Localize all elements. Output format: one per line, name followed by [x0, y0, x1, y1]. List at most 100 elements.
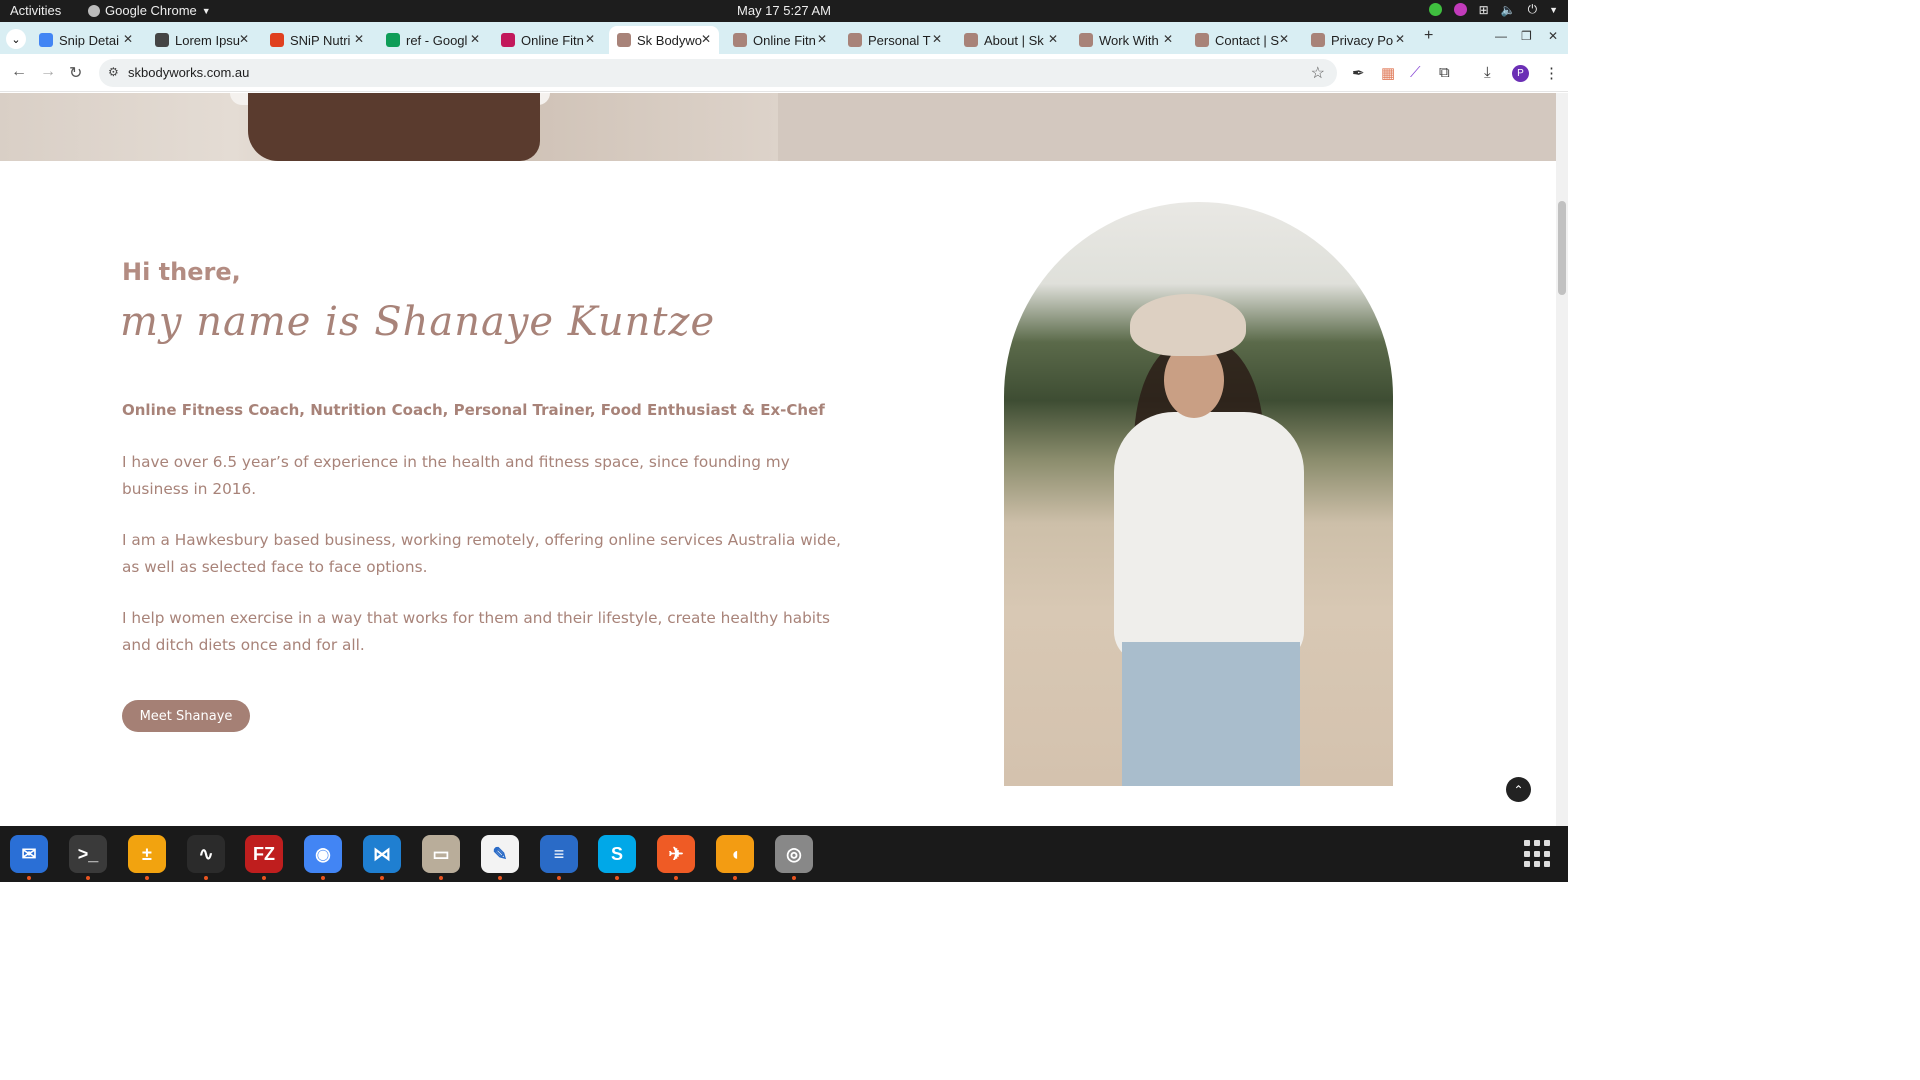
hero-pants-shape [248, 93, 540, 161]
skype-icon[interactable]: S [598, 835, 636, 873]
caret-down-icon[interactable]: ▼ [1549, 5, 1558, 15]
sheets-icon [386, 33, 400, 47]
browser-tab[interactable]: Personal T ✕ [840, 26, 950, 54]
close-tab-icon[interactable]: ✕ [1163, 32, 1173, 46]
blaze-icon[interactable]: ◖ [716, 835, 754, 873]
address-bar[interactable]: ⚙ skbodyworks.com.au ☆ [99, 59, 1337, 87]
disk-icon[interactable]: ◎ [775, 835, 813, 873]
webpage: Hi there, my name is Shanaye Kuntze Onli… [0, 93, 1556, 826]
sk-icon [1311, 33, 1325, 47]
running-indicator [380, 876, 384, 880]
browser-tab[interactable]: Lorem Ipsu ✕ [147, 26, 257, 54]
calendar-extension-icon[interactable]: ▦ [1381, 64, 1395, 82]
close-tab-icon[interactable]: ✕ [1395, 32, 1405, 46]
tab-title: Online Fitn [521, 32, 584, 48]
browser-tab[interactable]: Work With ✕ [1071, 26, 1181, 54]
running-indicator [557, 876, 561, 880]
extensions-puzzle-icon[interactable]: ⧉ [1439, 64, 1450, 81]
sk-icon [848, 33, 862, 47]
libreoffice-writer-icon[interactable]: ≡ [540, 835, 578, 873]
profile-avatar[interactable]: P [1512, 65, 1529, 82]
scroll-to-top-button[interactable]: ⌃ [1506, 777, 1531, 802]
system-tray[interactable]: ⊞ 🔈 ⏻ ▼ [1428, 2, 1558, 17]
close-tab-icon[interactable]: ✕ [817, 32, 827, 46]
close-tab-icon[interactable]: ✕ [239, 32, 249, 46]
intro-paragraph-1: I have over 6.5 year’s of experience in … [122, 453, 790, 498]
show-applications-icon[interactable] [1524, 840, 1552, 868]
forward-arrow-icon[interactable]: → [40, 63, 56, 81]
kebab-menu-icon[interactable]: ⋮ [1544, 64, 1559, 82]
close-tab-icon[interactable]: ✕ [470, 32, 480, 46]
sk-icon [733, 33, 747, 47]
thunderbird-icon[interactable]: ✉ [10, 835, 48, 873]
vscode-icon[interactable]: ⋈ [363, 835, 401, 873]
system-monitor-icon[interactable]: ∿ [187, 835, 225, 873]
calculator-icon[interactable]: ± [128, 835, 166, 873]
close-tab-icon[interactable]: ✕ [585, 32, 595, 46]
close-tab-icon[interactable]: ✕ [354, 32, 364, 46]
browser-tab[interactable]: ref - Googl ✕ [378, 26, 488, 54]
close-tab-icon[interactable]: ✕ [1048, 32, 1058, 46]
browser-tab[interactable]: Online Fitn ✕ [725, 26, 835, 54]
page-scrollbar[interactable] [1556, 93, 1568, 826]
running-indicator [674, 876, 678, 880]
tab-strip: ⌄ Snip Detai ✕ Lorem Ipsu ✕ SNiP Nutri ✕ ref -… [0, 22, 1568, 54]
files-icon[interactable]: ▭ [422, 835, 460, 873]
flower-icon [501, 33, 515, 47]
portrait-jeans-shape [1122, 642, 1300, 786]
close-tab-icon[interactable]: ✕ [701, 32, 711, 46]
running-indicator [439, 876, 443, 880]
browser-tab[interactable]: SNiP Nutri ✕ [262, 26, 372, 54]
running-indicator [27, 876, 31, 880]
browser-tab[interactable]: Contact | S ✕ [1187, 26, 1297, 54]
terminal-icon[interactable]: >_ [69, 835, 107, 873]
lorem-icon [155, 33, 169, 47]
back-arrow-icon[interactable]: ← [11, 63, 27, 81]
close-tab-icon[interactable]: ✕ [932, 32, 942, 46]
chevron-down-icon: ⌄ [11, 33, 21, 46]
system-top-bar: Activities Google Chrome ▼ May 17 5:27 A… [0, 0, 1568, 22]
roles-subtitle: Online Fitness Coach, Nutrition Coach, P… [122, 401, 825, 419]
hero-beige-panel [778, 93, 1556, 161]
minimize-window-icon[interactable]: — [1495, 29, 1507, 43]
close-tab-icon[interactable]: ✕ [123, 32, 133, 46]
power-icon[interactable]: ⏻ [1528, 2, 1538, 17]
colorpicker-app-icon[interactable] [1453, 3, 1467, 16]
tab-title: SNiP Nutri [290, 32, 351, 48]
greeting-heading: Hi there, [122, 258, 241, 286]
eyedropper-extension-icon[interactable]: ✒ [1352, 64, 1365, 82]
chrome-icon[interactable]: ◉ [304, 835, 342, 873]
close-tab-icon[interactable]: ✕ [1279, 32, 1289, 46]
text-editor-icon[interactable]: ✎ [481, 835, 519, 873]
browser-tab[interactable]: Privacy Po ✕ [1303, 26, 1413, 54]
postman-icon[interactable]: ✈ [657, 835, 695, 873]
filezilla-icon[interactable]: FZ [245, 835, 283, 873]
browser-tab[interactable]: Online Fitn ✕ [493, 26, 603, 54]
running-indicator [86, 876, 90, 880]
reload-icon[interactable]: ↻ [69, 63, 82, 83]
url-text[interactable]: skbodyworks.com.au [128, 65, 249, 80]
site-info-icon[interactable]: ⚙ [108, 65, 119, 79]
tab-search-button[interactable]: ⌄ [6, 29, 26, 49]
meet-shanaye-button[interactable]: Meet Shanaye [122, 700, 250, 732]
clock[interactable]: May 17 5:27 AM [0, 3, 1568, 18]
docs-icon [39, 33, 53, 47]
hero-photo-bottom [0, 93, 778, 161]
bookmark-star-icon[interactable]: ☆ [1311, 63, 1325, 83]
tab-title: About | Sk [984, 32, 1044, 48]
volume-icon[interactable]: 🔈 [1501, 3, 1516, 17]
browser-tab[interactable]: Snip Detai ✕ [31, 26, 141, 54]
shield-check-icon[interactable] [1428, 3, 1442, 16]
restore-window-icon[interactable]: ❐ [1521, 29, 1532, 43]
scrollbar-thumb[interactable] [1558, 201, 1566, 295]
sk-icon [1079, 33, 1093, 47]
script-name-heading: my name is Shanaye Kuntze [120, 299, 716, 345]
sk-icon [964, 33, 978, 47]
new-tab-button[interactable]: + [1424, 27, 1433, 45]
browser-tab[interactable]: Sk Bodywo ✕ [609, 26, 719, 54]
network-icon[interactable]: ⊞ [1479, 3, 1489, 17]
pen-extension-icon[interactable]: ⟋ [1410, 64, 1421, 81]
download-icon[interactable]: ⤓ [1484, 64, 1491, 81]
close-window-icon[interactable]: ✕ [1548, 29, 1558, 43]
browser-tab[interactable]: About | Sk ✕ [956, 26, 1066, 54]
